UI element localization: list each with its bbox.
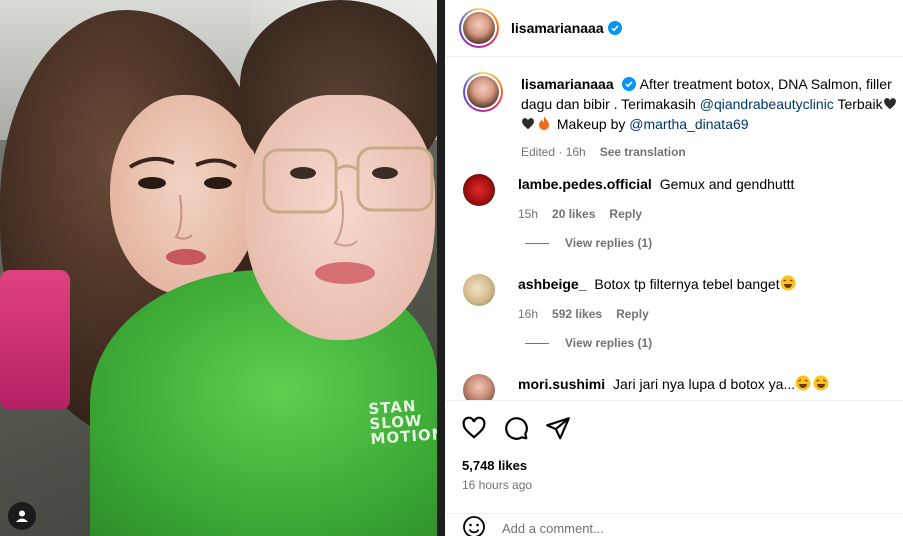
comment-avatar[interactable] bbox=[463, 274, 495, 306]
likes-count[interactable]: 5,748 likes bbox=[462, 458, 527, 473]
caption-username[interactable]: lisamarianaaa bbox=[521, 76, 614, 92]
post-side-panel: lisamarianaaa lisamarianaaa After treatme… bbox=[445, 0, 903, 536]
post-image[interactable]: STAN SLOW MOTION bbox=[0, 0, 437, 536]
image-glasses bbox=[262, 146, 434, 214]
edited-label: Edited bbox=[521, 145, 556, 159]
laughing-emoji-icon bbox=[780, 275, 796, 291]
comment-avatar[interactable] bbox=[463, 174, 495, 206]
caption-text: Makeup by bbox=[553, 116, 630, 132]
comment-time[interactable]: 15h bbox=[518, 204, 538, 224]
reply-button[interactable]: Reply bbox=[616, 304, 649, 324]
comment-text: Gemux and gendhuttt bbox=[659, 176, 795, 192]
comment-icon[interactable] bbox=[503, 415, 529, 441]
author-avatar[interactable] bbox=[459, 8, 499, 48]
emoji-icon[interactable] bbox=[462, 515, 486, 536]
comment-time[interactable]: 16h bbox=[518, 304, 538, 324]
comment-text: Botox tp filternya tebel banget bbox=[594, 276, 780, 292]
see-translation-button[interactable]: See translation bbox=[600, 142, 686, 162]
post-header: lisamarianaaa bbox=[445, 0, 903, 57]
post-time[interactable]: 16 hours ago bbox=[462, 478, 532, 492]
add-comment-bar: Add a comment... bbox=[445, 513, 903, 536]
comments-list[interactable]: lisamarianaaa After treatment botox, DNA … bbox=[445, 58, 903, 400]
view-replies-button[interactable]: View replies (1) bbox=[525, 336, 652, 350]
add-comment-input[interactable]: Add a comment... bbox=[502, 521, 604, 536]
comment-username[interactable]: ashbeige_ bbox=[518, 276, 586, 292]
author-username[interactable]: lisamarianaaa bbox=[511, 20, 604, 36]
reply-button[interactable]: Reply bbox=[609, 204, 642, 224]
panel-divider bbox=[437, 0, 445, 536]
mention-link[interactable]: @qiandrabeautyclinic bbox=[700, 96, 834, 112]
verified-icon bbox=[621, 77, 636, 91]
fire-icon bbox=[539, 116, 549, 130]
image-woman-face bbox=[110, 95, 260, 295]
heart-icon[interactable] bbox=[461, 415, 487, 441]
user-tag-icon[interactable] bbox=[8, 502, 36, 530]
comment-likes[interactable]: 20 likes bbox=[552, 204, 595, 224]
verified-icon bbox=[607, 21, 622, 35]
comment-text: Jari jari nya lupa d botox ya... bbox=[613, 376, 796, 392]
view-replies-button[interactable]: View replies (1) bbox=[525, 236, 652, 250]
comment-username[interactable]: lambe.pedes.official bbox=[518, 176, 652, 192]
post-actions: 5,748 likes 16 hours ago Add a comment..… bbox=[445, 400, 903, 536]
share-icon[interactable] bbox=[545, 415, 571, 441]
black-heart-icon bbox=[522, 118, 534, 130]
comment-username[interactable]: mori.sushimi bbox=[518, 376, 605, 392]
post-modal: STAN SLOW MOTION lisamarianaaa lisamaria… bbox=[0, 0, 903, 536]
image-shirt-print: STAN SLOW MOTION bbox=[367, 396, 437, 449]
mention-link[interactable]: @martha_dinata69 bbox=[629, 116, 748, 132]
comment-likes[interactable]: 592 likes bbox=[552, 304, 602, 324]
image-pink-jacket bbox=[0, 270, 70, 410]
caption-time[interactable]: 16h bbox=[566, 145, 586, 159]
black-heart-icon bbox=[883, 98, 896, 110]
laughing-emoji-icon bbox=[813, 375, 829, 391]
caption-avatar[interactable] bbox=[463, 72, 503, 112]
laughing-emoji-icon bbox=[795, 375, 811, 391]
caption-text: Terbaik bbox=[833, 96, 883, 112]
comment-avatar[interactable] bbox=[463, 374, 495, 400]
